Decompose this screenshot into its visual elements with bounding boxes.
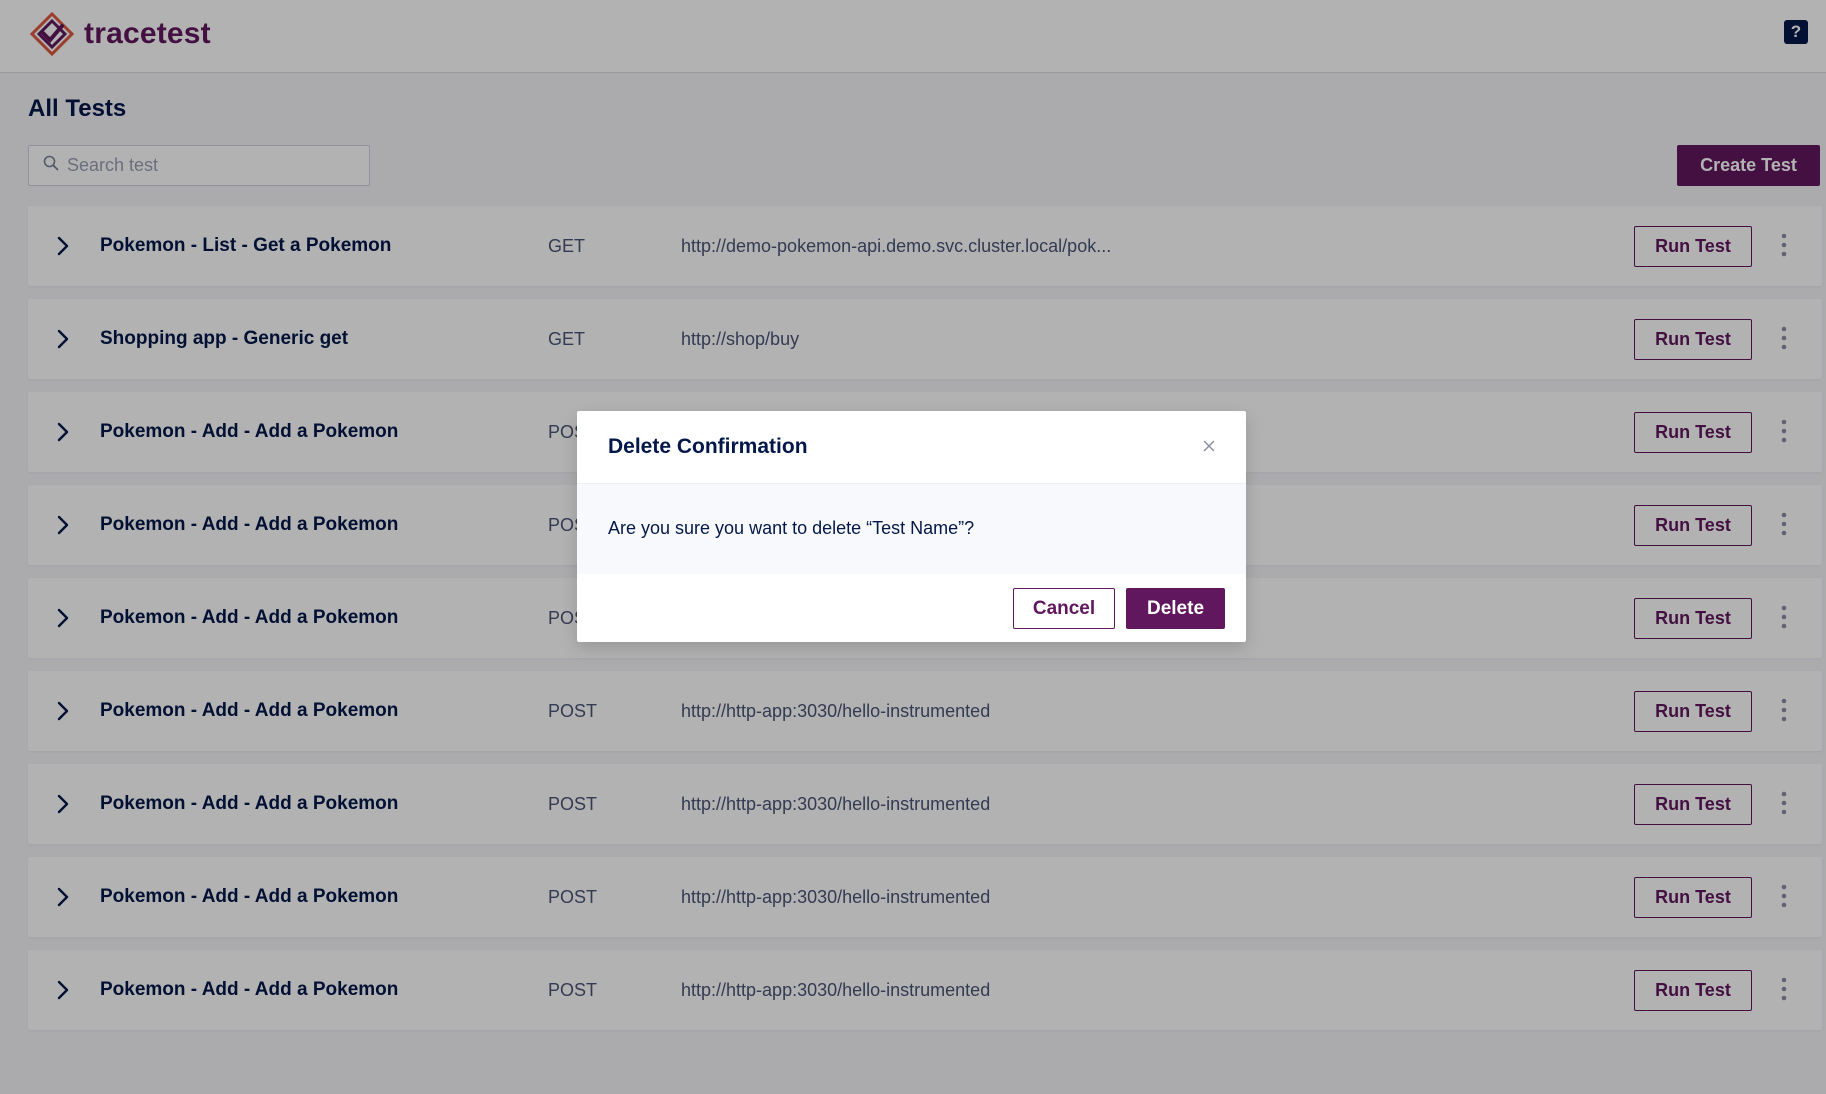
delete-confirmation-modal: Delete Confirmation Are you sure you wan… [577, 411, 1246, 642]
modal-title: Delete Confirmation [608, 435, 808, 458]
app-root: tracetest ? All Tests Create Test Pokemo… [0, 0, 1826, 1094]
modal-body: Are you sure you want to delete “Test Na… [577, 484, 1246, 574]
delete-button[interactable]: Delete [1126, 588, 1225, 629]
modal-overlay[interactable]: Delete Confirmation Are you sure you wan… [0, 0, 1826, 1094]
close-icon[interactable] [1202, 439, 1216, 458]
modal-header: Delete Confirmation [577, 411, 1246, 484]
modal-message: Are you sure you want to delete “Test Na… [608, 518, 975, 538]
cancel-button[interactable]: Cancel [1013, 588, 1115, 629]
